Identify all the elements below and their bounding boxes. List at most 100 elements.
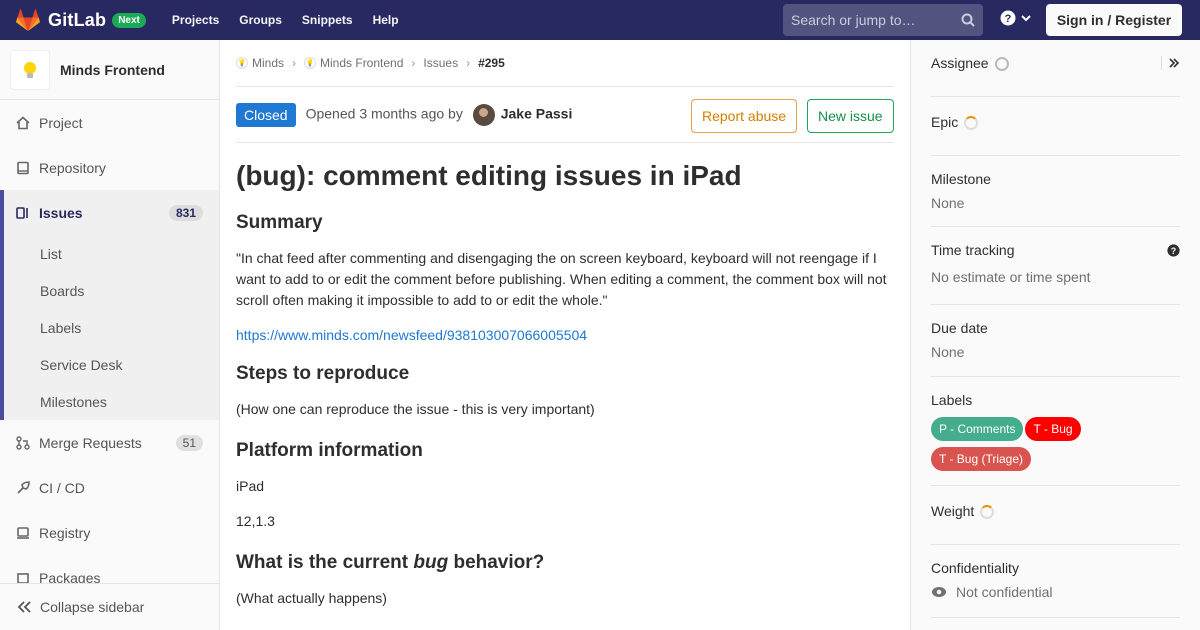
label-p-comments[interactable]: P - Comments xyxy=(931,417,1024,441)
question-circle-icon: ? xyxy=(1000,10,1016,26)
label-t-bug-triage[interactable]: T - Bug (Triage) xyxy=(931,447,1032,471)
sign-in-button[interactable]: Sign in / Register xyxy=(1046,4,1182,36)
time-tracking-title: Time tracking xyxy=(931,242,1015,258)
book-icon xyxy=(16,161,32,175)
gitlab-tanuki-icon xyxy=(16,9,40,31)
lightbulb-icon xyxy=(24,61,36,78)
platform-heading: Platform information xyxy=(236,440,423,461)
breadcrumb-minds-frontend[interactable]: Minds Frontend xyxy=(320,56,403,70)
labels-list: P - Comments T - Bug T - Bug (Triage) xyxy=(931,417,1101,477)
opened-info: Opened 3 months ago by Jake Passi xyxy=(305,103,573,126)
due-date-value: None xyxy=(931,344,965,360)
nav-help[interactable]: Help xyxy=(363,13,409,27)
report-abuse-button[interactable]: Report abuse xyxy=(691,99,798,133)
sidebar-item-merge-requests[interactable]: Merge Requests 51 xyxy=(0,420,219,465)
sidebar-item-project[interactable]: Project xyxy=(0,100,219,145)
milestone-title: Milestone xyxy=(931,171,991,187)
search-icon xyxy=(961,13,975,27)
issue-description: (bug): comment editing issues in iPad Su… xyxy=(236,160,894,609)
heading-part: behavior? xyxy=(448,552,545,573)
opened-prefix: Opened xyxy=(305,105,356,122)
confidentiality-title: Confidentiality xyxy=(931,560,1019,576)
question-circle-icon[interactable]: ? xyxy=(1167,244,1180,257)
platform-version: 12,1.3 xyxy=(236,513,275,529)
breadcrumb-issue-number[interactable]: #295 xyxy=(478,56,505,70)
sidebar-item-label: Issues xyxy=(39,204,83,221)
merge-requests-count-badge: 51 xyxy=(175,434,203,451)
submenu-milestones[interactable]: Milestones xyxy=(4,383,219,420)
double-chevron-left-icon xyxy=(17,601,31,613)
milestone-value: None xyxy=(931,195,965,211)
nav-groups[interactable]: Groups xyxy=(229,13,292,27)
weight-title: Weight xyxy=(931,503,975,519)
heading-part: What is the current xyxy=(236,552,414,573)
summary-text: "In chat feed after commenting and disen… xyxy=(236,250,887,308)
issues-icon xyxy=(16,206,32,220)
sidebar-item-label: Repository xyxy=(39,159,106,176)
chevron-right-icon: › xyxy=(466,56,471,70)
issue-title: (bug): comment editing issues in iPad xyxy=(236,160,742,191)
sidebar-item-label: Merge Requests xyxy=(39,434,142,451)
author-link[interactable]: Jake Passi xyxy=(501,105,573,121)
double-chevron-right-icon[interactable] xyxy=(1168,57,1180,69)
collapse-sidebar-button[interactable]: Collapse sidebar xyxy=(0,583,219,630)
submenu-list[interactable]: List xyxy=(4,235,219,272)
sidebar-item-issues[interactable]: Issues 831 xyxy=(0,190,219,235)
breadcrumb-issues[interactable]: Issues xyxy=(423,56,458,70)
opened-time: 3 months ago xyxy=(359,105,445,122)
confidentiality-value-row: Not confidential xyxy=(931,584,1180,600)
breadcrumb-minds[interactable]: Minds xyxy=(252,56,284,70)
next-badge[interactable]: Next xyxy=(112,12,146,28)
chevron-right-icon: › xyxy=(292,56,297,70)
top-navbar: GitLab Next Projects Groups Snippets Hel… xyxy=(0,0,1200,40)
search-input[interactable]: Search or jump to… xyxy=(783,4,983,36)
loading-spinner-icon xyxy=(980,505,995,520)
steps-heading: Steps to reproduce xyxy=(236,363,410,384)
weight-block: Weight xyxy=(931,486,1180,545)
new-issue-button[interactable]: New issue xyxy=(807,99,894,133)
labels-title: Labels xyxy=(931,392,973,408)
time-tracking-value: No estimate or time spent xyxy=(931,269,1091,285)
status-badge: Closed xyxy=(236,102,296,127)
brand-name: GitLab xyxy=(48,9,107,30)
sidebar-item-registry[interactable]: Registry xyxy=(0,510,219,555)
label-t-bug[interactable]: T - Bug xyxy=(1025,417,1081,441)
lightbulb-icon: 💡 xyxy=(304,57,317,69)
main-content: 💡 Minds › 💡 Minds Frontend › Issues › #2… xyxy=(236,40,894,609)
package-icon xyxy=(16,526,32,540)
eye-icon xyxy=(932,587,946,597)
submenu-service-desk[interactable]: Service Desk xyxy=(4,346,219,383)
help-dropdown[interactable]: ? xyxy=(1000,10,1032,26)
rocket-icon xyxy=(16,480,32,495)
summary-heading: Summary xyxy=(236,212,323,233)
breadcrumb: 💡 Minds › 💡 Minds Frontend › Issues › #2… xyxy=(236,40,894,87)
opened-by: by xyxy=(448,105,463,122)
submenu-boards[interactable]: Boards xyxy=(4,272,219,309)
project-avatar xyxy=(10,49,50,90)
left-sidebar: Minds Frontend Project Repository Issues… xyxy=(0,40,220,630)
project-name: Minds Frontend xyxy=(60,61,165,78)
lightbulb-icon: 💡 xyxy=(236,57,248,69)
svg-text:?: ? xyxy=(1171,246,1176,256)
newsfeed-link[interactable]: https://www.minds.com/newsfeed/938103007… xyxy=(236,327,894,343)
svg-text:?: ? xyxy=(1005,13,1012,25)
right-sidebar: Assignee Epic Milestone None Time tracki… xyxy=(910,40,1200,630)
sidebar-item-repository[interactable]: Repository xyxy=(0,145,219,190)
nav-snippets[interactable]: Snippets xyxy=(292,13,363,27)
labels-block: Labels P - Comments T - Bug T - Bug (Triag… xyxy=(931,377,1180,486)
platform-device: iPad xyxy=(236,478,265,494)
due-date-title: Due date xyxy=(931,320,988,336)
submenu-labels[interactable]: Labels xyxy=(4,309,219,346)
search-placeholder: Search or jump to… xyxy=(791,12,916,28)
confidentiality-block: Confidentiality Not confidential xyxy=(931,545,1180,618)
gitlab-logo[interactable]: GitLab Next xyxy=(16,9,146,31)
project-header[interactable]: Minds Frontend xyxy=(0,40,219,100)
milestone-block: Milestone None xyxy=(931,156,1180,227)
heading-emphasis: bug xyxy=(413,552,449,573)
loading-spinner-icon xyxy=(964,116,979,131)
avatar[interactable] xyxy=(472,103,495,126)
loading-spinner-icon xyxy=(994,57,1009,72)
sidebar-item-ci-cd[interactable]: CI / CD xyxy=(0,465,219,510)
nav-projects[interactable]: Projects xyxy=(162,13,229,27)
epic-title: Epic xyxy=(931,114,959,130)
